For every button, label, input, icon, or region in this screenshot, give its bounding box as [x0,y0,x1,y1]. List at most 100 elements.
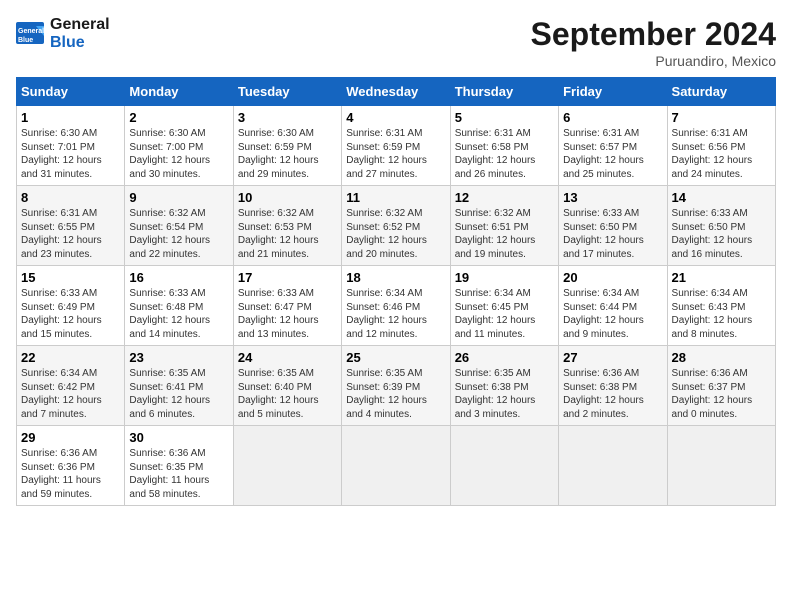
day-number: 20 [563,270,662,285]
day-number: 21 [672,270,771,285]
calendar-cell [450,426,558,506]
logo-icon: General Blue [16,22,46,46]
day-info: Sunrise: 6:31 AM Sunset: 6:57 PM Dayligh… [563,127,662,181]
day-number: 30 [129,430,228,445]
calendar-cell: 30 Sunrise: 6:36 AM Sunset: 6:35 PM Dayli… [125,426,233,506]
calendar-cell: 13 Sunrise: 6:33 AM Sunset: 6:50 PM Dayli… [559,186,667,266]
day-number: 22 [21,350,120,365]
calendar-cell: 6Sunrise: 6:31 AM Sunset: 6:57 PM Daylig… [559,106,667,186]
day-info: Sunrise: 6:34 AM Sunset: 6:44 PM Dayligh… [563,287,662,341]
calendar-table: SundayMondayTuesdayWednesdayThursdayFrid… [16,77,776,506]
calendar-cell: 28 Sunrise: 6:36 AM Sunset: 6:37 PM Dayli… [667,346,775,426]
day-info: Sunrise: 6:34 AM Sunset: 6:46 PM Dayligh… [346,287,445,341]
location: Puruandiro, Mexico [531,53,776,69]
logo-text: GeneralBlue [50,16,110,51]
day-info: Sunrise: 6:35 AM Sunset: 6:40 PM Dayligh… [238,367,337,421]
month-title: September 2024 [531,16,776,53]
day-info: Sunrise: 6:31 AM Sunset: 6:55 PM Dayligh… [21,207,120,261]
svg-text:General: General [18,28,44,35]
day-info: Sunrise: 6:33 AM Sunset: 6:50 PM Dayligh… [563,207,662,261]
day-info: Sunrise: 6:35 AM Sunset: 6:38 PM Dayligh… [455,367,554,421]
calendar-cell: 17Sunrise: 6:33 AM Sunset: 6:47 PM Dayli… [233,266,341,346]
day-info: Sunrise: 6:30 AM Sunset: 6:59 PM Dayligh… [238,127,337,181]
day-info: Sunrise: 6:31 AM Sunset: 6:59 PM Dayligh… [346,127,445,181]
day-number: 5 [455,110,554,125]
day-number: 18 [346,270,445,285]
calendar-week-2: 8Sunrise: 6:31 AM Sunset: 6:55 PM Daylig… [17,186,776,266]
header-cell-thursday: Thursday [450,78,558,106]
day-number: 28 [672,350,771,365]
header-cell-sunday: Sunday [17,78,125,106]
day-number: 7 [672,110,771,125]
calendar-cell: 16 Sunrise: 6:33 AM Sunset: 6:48 PM Dayli… [125,266,233,346]
day-info: Sunrise: 6:32 AM Sunset: 6:54 PM Dayligh… [129,207,228,261]
svg-text:Blue: Blue [18,37,33,44]
header-cell-monday: Monday [125,78,233,106]
day-number: 4 [346,110,445,125]
calendar-week-3: 15 Sunrise: 6:33 AM Sunset: 6:49 PM Dayli… [17,266,776,346]
day-info: Sunrise: 6:36 AM Sunset: 6:35 PM Dayligh… [129,447,228,501]
day-number: 23 [129,350,228,365]
day-info: Sunrise: 6:34 AM Sunset: 6:45 PM Dayligh… [455,287,554,341]
day-number: 27 [563,350,662,365]
calendar-cell: 21 Sunrise: 6:34 AM Sunset: 6:43 PM Dayli… [667,266,775,346]
day-number: 16 [129,270,228,285]
day-info: Sunrise: 6:33 AM Sunset: 6:50 PM Dayligh… [672,207,771,261]
day-number: 17 [238,270,337,285]
day-number: 15 [21,270,120,285]
header-cell-wednesday: Wednesday [342,78,450,106]
header-cell-friday: Friday [559,78,667,106]
calendar-cell [342,426,450,506]
day-number: 1 [21,110,120,125]
calendar-cell: 1 Sunrise: 6:30 AM Sunset: 7:01 PM Daylig… [17,106,125,186]
day-info: Sunrise: 6:34 AM Sunset: 6:42 PM Dayligh… [21,367,120,421]
calendar-cell: 22 Sunrise: 6:34 AM Sunset: 6:42 PM Dayli… [17,346,125,426]
day-info: Sunrise: 6:33 AM Sunset: 6:49 PM Dayligh… [21,287,120,341]
calendar-cell: 4 Sunrise: 6:31 AM Sunset: 6:59 PM Daylig… [342,106,450,186]
day-number: 25 [346,350,445,365]
page-header: General Blue GeneralBlue September 2024 … [16,16,776,69]
calendar-cell [559,426,667,506]
calendar-week-5: 29Sunrise: 6:36 AM Sunset: 6:36 PM Dayli… [17,426,776,506]
day-info: Sunrise: 6:32 AM Sunset: 6:51 PM Dayligh… [455,207,554,261]
calendar-cell: 25Sunrise: 6:35 AM Sunset: 6:39 PM Dayli… [342,346,450,426]
day-info: Sunrise: 6:35 AM Sunset: 6:41 PM Dayligh… [129,367,228,421]
day-info: Sunrise: 6:32 AM Sunset: 6:52 PM Dayligh… [346,207,445,261]
day-info: Sunrise: 6:36 AM Sunset: 6:37 PM Dayligh… [672,367,771,421]
day-number: 13 [563,190,662,205]
calendar-cell: 29Sunrise: 6:36 AM Sunset: 6:36 PM Dayli… [17,426,125,506]
calendar-cell: 12 Sunrise: 6:32 AM Sunset: 6:51 PM Dayli… [450,186,558,266]
day-info: Sunrise: 6:36 AM Sunset: 6:38 PM Dayligh… [563,367,662,421]
day-number: 14 [672,190,771,205]
calendar-cell: 14 Sunrise: 6:33 AM Sunset: 6:50 PM Dayli… [667,186,775,266]
day-number: 2 [129,110,228,125]
logo: General Blue GeneralBlue [16,16,110,51]
header-cell-saturday: Saturday [667,78,775,106]
header-cell-tuesday: Tuesday [233,78,341,106]
calendar-cell: 2 Sunrise: 6:30 AM Sunset: 7:00 PM Daylig… [125,106,233,186]
day-info: Sunrise: 6:30 AM Sunset: 7:00 PM Dayligh… [129,127,228,181]
day-info: Sunrise: 6:33 AM Sunset: 6:48 PM Dayligh… [129,287,228,341]
day-info: Sunrise: 6:31 AM Sunset: 6:58 PM Dayligh… [455,127,554,181]
calendar-cell: 27 Sunrise: 6:36 AM Sunset: 6:38 PM Dayli… [559,346,667,426]
day-info: Sunrise: 6:34 AM Sunset: 6:43 PM Dayligh… [672,287,771,341]
calendar-cell: 7Sunrise: 6:31 AM Sunset: 6:56 PM Daylig… [667,106,775,186]
calendar-cell: 9 Sunrise: 6:32 AM Sunset: 6:54 PM Daylig… [125,186,233,266]
calendar-cell: 5 Sunrise: 6:31 AM Sunset: 6:58 PM Daylig… [450,106,558,186]
calendar-week-1: 1 Sunrise: 6:30 AM Sunset: 7:01 PM Daylig… [17,106,776,186]
calendar-cell: 3 Sunrise: 6:30 AM Sunset: 6:59 PM Daylig… [233,106,341,186]
day-number: 11 [346,190,445,205]
day-number: 12 [455,190,554,205]
calendar-cell: 26Sunrise: 6:35 AM Sunset: 6:38 PM Dayli… [450,346,558,426]
calendar-cell: 19Sunrise: 6:34 AM Sunset: 6:45 PM Dayli… [450,266,558,346]
calendar-cell: 8Sunrise: 6:31 AM Sunset: 6:55 PM Daylig… [17,186,125,266]
calendar-cell: 15 Sunrise: 6:33 AM Sunset: 6:49 PM Dayli… [17,266,125,346]
calendar-week-4: 22 Sunrise: 6:34 AM Sunset: 6:42 PM Dayli… [17,346,776,426]
day-number: 3 [238,110,337,125]
day-info: Sunrise: 6:30 AM Sunset: 7:01 PM Dayligh… [21,127,120,181]
day-number: 24 [238,350,337,365]
day-number: 9 [129,190,228,205]
calendar-cell: 10Sunrise: 6:32 AM Sunset: 6:53 PM Dayli… [233,186,341,266]
calendar-cell: 24 Sunrise: 6:35 AM Sunset: 6:40 PM Dayli… [233,346,341,426]
calendar-cell: 11 Sunrise: 6:32 AM Sunset: 6:52 PM Dayli… [342,186,450,266]
